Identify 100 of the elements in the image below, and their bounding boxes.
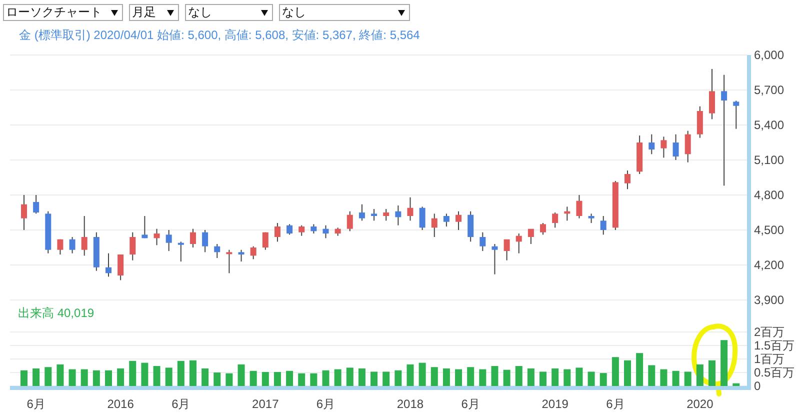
caret-icon [261,10,268,16]
caret-icon [111,10,118,16]
candlestick [443,213,450,227]
volume-bar [56,364,64,386]
candlestick [21,194,27,230]
candlestick [371,208,378,222]
volume-bar [189,360,196,386]
volume-bar [672,370,680,386]
volume-bar [238,364,245,386]
quote-summary: 金 (標準取引) 2020/04/01 始値: 5,600, 高値: 5,608, 安値: 5,367, 終値: 5,564 [18,27,421,44]
candlestick [733,100,740,130]
volume-label: 出来高 40,019 [18,307,94,320]
axis-label: 2020 [686,397,714,411]
dropdown[interactable]: ローソクチャート [3,4,123,21]
volume-bar [346,368,354,386]
volume-bar [358,368,366,386]
volume-bar [92,370,100,386]
axis-label: 3,900 [754,293,784,307]
volume-bar [430,367,438,386]
caret-icon [167,10,174,16]
candlestick [130,232,136,261]
dropdown[interactable]: 月足 [129,4,179,21]
candlestick [456,210,462,230]
volume-bar [588,372,595,386]
candlestick [118,254,124,281]
candlestick [238,249,244,262]
axis-label: 2百万 [754,325,785,339]
axis-label: 0 [754,379,761,393]
candlestick [358,204,365,222]
volume-bar [68,369,76,386]
volume-bar [310,373,318,386]
volume-bar [684,372,692,386]
candlestick [383,208,390,222]
volume-bar [153,366,160,386]
dropdown[interactable]: なし [185,4,273,21]
volume-bar [515,366,522,386]
candlestick [419,206,426,230]
candlestick [250,246,256,260]
candlestick [81,216,88,256]
axis-label: 1百万 [754,352,785,366]
candlestick [696,106,703,138]
axis-label: 0.5百万 [754,366,795,380]
axis-label: 5,700 [754,83,784,97]
volume-bar [286,370,294,386]
candlestick [214,244,220,258]
volume-bar [455,369,462,386]
candlestick [33,194,40,214]
volume-bar [624,360,631,386]
volume-bar [552,368,559,386]
candlestick [45,210,52,254]
candlestick [286,224,293,236]
volume-bar [32,368,40,386]
axis-label: 6月 [606,397,625,411]
candlestick [684,130,691,163]
volume-bar [129,360,136,386]
volume-bar [467,367,474,386]
volume-bar [117,368,124,386]
volume-bar [80,369,88,386]
volume-bar [202,368,209,386]
candlestick [202,230,208,253]
volume-bar [696,364,704,386]
volume-bar [20,370,28,386]
axis-label: 6月 [461,397,480,411]
candlestick [262,232,268,250]
candlestick [346,210,353,232]
volume-bar [406,364,414,386]
candlestick [624,170,630,190]
candlestick [154,228,160,246]
candlestick [576,194,582,219]
candlestick [516,233,522,254]
volume-bar [105,370,112,386]
volume-bar [44,367,52,386]
candlestick [612,180,618,230]
candlestick [540,222,546,236]
candlestick [57,238,64,255]
volume-bar [503,370,510,386]
axis-label: 6月 [172,397,190,411]
volume-bar [708,360,716,386]
candlestick [468,210,474,242]
volume-bar [612,357,619,386]
candlestick [93,232,100,272]
candlestick [600,216,606,236]
candlestick [190,228,196,248]
candlestick [106,252,112,278]
axis-label: 2016 [107,397,134,411]
axis-label: 6月 [26,397,46,411]
candlestick [69,236,76,254]
volume-bar [370,372,378,386]
volume-bar [382,372,390,386]
volume-bar [648,365,656,386]
candlestick [178,241,184,262]
caret-icon [398,10,405,16]
volume-bar [334,369,342,386]
volume-bar [732,383,740,386]
candlestick [334,227,341,236]
axis-label: 5,100 [754,153,784,167]
dropdown[interactable]: なし [279,4,410,21]
candlestick [660,136,667,158]
candlestick [322,224,329,239]
volume-bar [250,370,257,386]
